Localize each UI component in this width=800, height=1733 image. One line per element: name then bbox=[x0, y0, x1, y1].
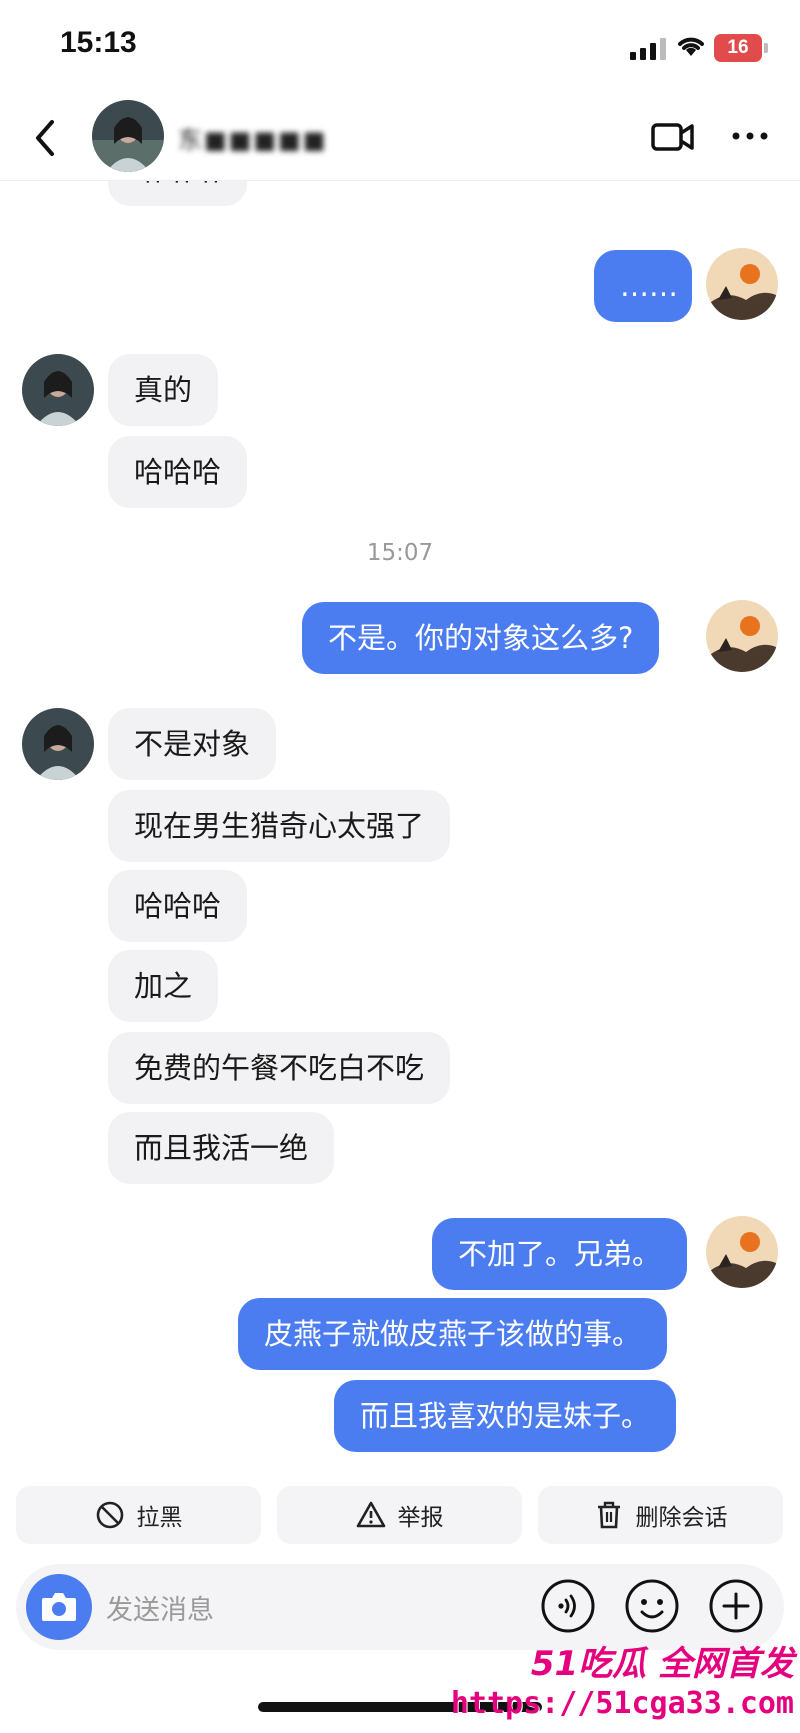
watermark-title: 51吃瓜 全网首发 bbox=[530, 1644, 794, 1684]
message-timestamp: 15:07 bbox=[366, 540, 434, 566]
message-input[interactable]: 发送消息 bbox=[106, 1588, 214, 1627]
message-bubble-incoming[interactable]: 哈哈哈 bbox=[108, 870, 248, 942]
video-camera-icon[interactable] bbox=[650, 116, 696, 156]
my-avatar[interactable] bbox=[706, 248, 778, 320]
message-bubble-outgoing[interactable]: 而且我喜欢的是妹子。 bbox=[334, 1380, 677, 1452]
contact-avatar[interactable] bbox=[92, 100, 164, 172]
contact-avatar-small[interactable] bbox=[22, 708, 94, 780]
battery-icon: 16 bbox=[714, 34, 768, 62]
status-bar: 15:13 16 bbox=[0, 0, 800, 96]
conversation-actions: 拉黑 举报 删除会话 bbox=[16, 1486, 783, 1544]
message-bubble-outgoing[interactable]: 不加了。兄弟。 bbox=[432, 1218, 688, 1290]
warning-icon bbox=[356, 1501, 385, 1528]
contact-avatar-small[interactable] bbox=[22, 354, 94, 426]
message-bubble-incoming[interactable]: 现在男生猎奇心太强了 bbox=[108, 790, 451, 862]
wifi-icon bbox=[678, 37, 704, 56]
message-bubble-outgoing[interactable]: 皮燕子就做皮燕子该做的事。 bbox=[238, 1298, 668, 1370]
message-bubble-incoming[interactable]: 而且我活一绝 bbox=[108, 1112, 335, 1184]
more-dots-icon[interactable] bbox=[728, 116, 772, 156]
emoji-icon[interactable] bbox=[624, 1578, 680, 1634]
message-bubble-incoming[interactable]: 哈哈哈 bbox=[108, 436, 248, 508]
delete-label: 删除会话 bbox=[635, 1505, 728, 1531]
plus-icon[interactable] bbox=[708, 1578, 764, 1634]
block-button[interactable]: 拉黑 bbox=[16, 1486, 261, 1544]
message-bubble-outgoing[interactable]: 不是。你的对象这么多? bbox=[302, 602, 660, 674]
message-list[interactable]: 哈哈哈 …… 真的 哈哈哈 15:07 不是。你的对象这么多? 不是对象 现在男… bbox=[0, 134, 800, 1460]
block-label: 拉黑 bbox=[136, 1505, 183, 1531]
report-button[interactable]: 举报 bbox=[277, 1486, 522, 1544]
report-label: 举报 bbox=[397, 1505, 444, 1531]
back-arrow-icon[interactable] bbox=[26, 114, 66, 162]
watermark-url: https://51cga33.com bbox=[450, 1686, 794, 1721]
message-bubble-incoming[interactable]: 免费的午餐不吃白不吃 bbox=[108, 1032, 451, 1104]
voice-icon[interactable] bbox=[540, 1578, 596, 1634]
contact-name: 东■■■■■ bbox=[178, 126, 328, 154]
camera-icon bbox=[42, 1593, 76, 1621]
message-bubble-incoming[interactable]: 加之 bbox=[108, 950, 219, 1022]
signal-icon bbox=[630, 38, 666, 60]
status-time: 15:13 bbox=[60, 26, 137, 59]
my-avatar[interactable] bbox=[706, 600, 778, 672]
chat-header: 东■■■■■ bbox=[0, 96, 800, 181]
block-icon bbox=[96, 1501, 123, 1529]
watermark: 51吃瓜 全网首发 https://51cga33.com bbox=[451, 1628, 800, 1733]
trash-icon bbox=[597, 1501, 620, 1529]
message-bubble-incoming[interactable]: 不是对象 bbox=[108, 708, 277, 780]
camera-button[interactable] bbox=[26, 1574, 92, 1640]
message-bubble-incoming[interactable]: 真的 bbox=[108, 354, 219, 426]
my-avatar[interactable] bbox=[706, 1216, 778, 1288]
delete-conversation-button[interactable]: 删除会话 bbox=[538, 1486, 783, 1544]
message-bubble-outgoing[interactable]: …… bbox=[594, 250, 692, 322]
